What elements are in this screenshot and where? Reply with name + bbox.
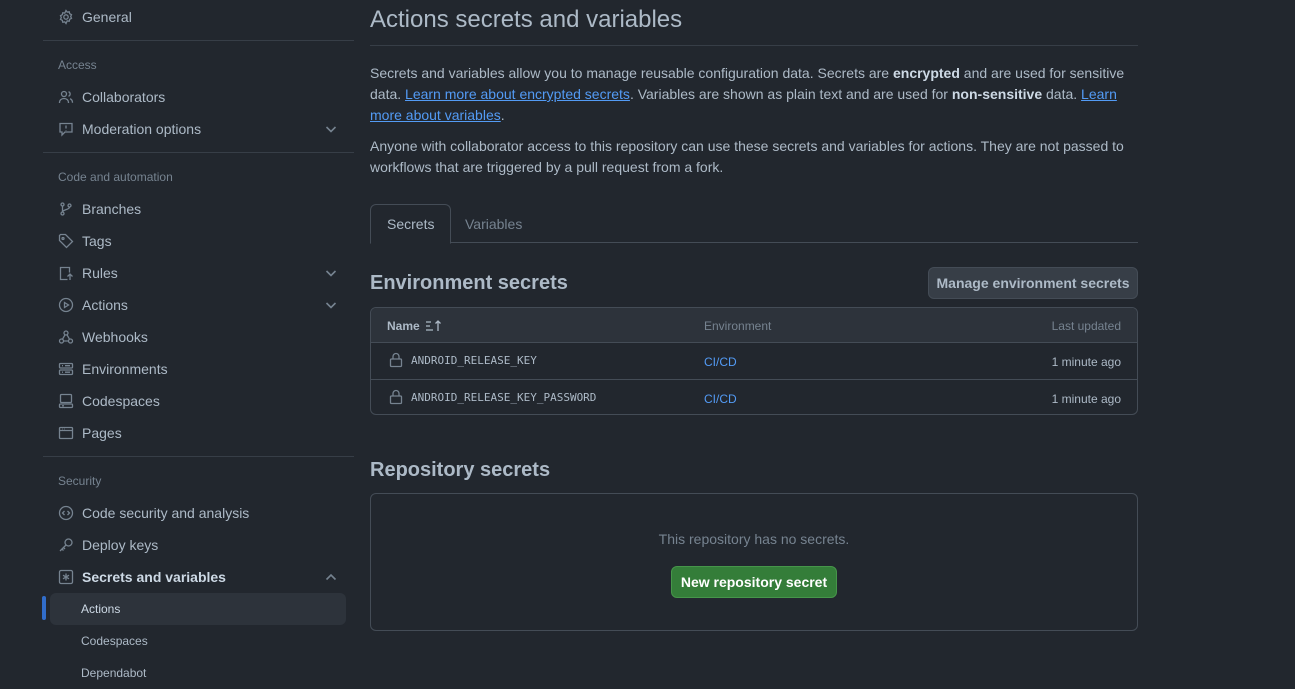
sidebar-item-secrets-variables[interactable]: Secrets and variables <box>50 561 346 593</box>
sidebar-divider <box>43 456 354 457</box>
play-circle-icon <box>58 297 74 313</box>
sidebar-item-codespaces[interactable]: Codespaces <box>50 385 346 417</box>
environment-secrets-heading: Environment secrets <box>370 272 568 294</box>
sidebar-item-label: Deploy keys <box>82 537 159 553</box>
sidebar-item-rules[interactable]: Rules <box>50 257 346 289</box>
learn-more-secrets-link[interactable]: Learn more about encrypted secrets <box>405 86 630 102</box>
environment-link[interactable]: CI/CD <box>704 355 737 369</box>
table-header: Name Environment Last updated <box>371 308 1137 343</box>
secret-name: ANDROID_RELEASE_KEY <box>411 354 537 367</box>
environment-secrets-table: Name Environment Last updated ANDROID_RE… <box>370 307 1138 415</box>
chevron-down-icon <box>324 298 338 312</box>
sidebar-item-label: Secrets and variables <box>82 569 226 585</box>
chevron-down-icon <box>324 266 338 280</box>
sidebar-item-label: Code security and analysis <box>82 505 250 521</box>
sidebar-item-actions[interactable]: Actions <box>50 289 346 321</box>
tag-icon <box>58 233 74 249</box>
manage-environment-secrets-button[interactable]: Manage environment secrets <box>928 267 1138 299</box>
sidebar-item-label: Codespaces <box>82 393 160 409</box>
sidebar-item-label: Webhooks <box>82 329 148 345</box>
intro-text: data. <box>1042 86 1082 102</box>
intro-text: Secrets and variables allow you to manag… <box>370 65 893 81</box>
asterisk-box-icon <box>58 569 74 585</box>
sidebar-subitem-dependabot[interactable]: Dependabot <box>50 657 346 689</box>
sidebar-item-webhooks[interactable]: Webhooks <box>50 321 346 353</box>
repository-secrets-heading: Repository secrets <box>370 459 551 481</box>
gear-icon <box>58 9 74 25</box>
sidebar-item-label: Collaborators <box>82 89 166 105</box>
column-label: Name <box>387 319 420 333</box>
rules-icon <box>58 265 74 281</box>
sidebar-divider <box>43 152 354 153</box>
sidebar-item-label: Moderation options <box>82 121 202 137</box>
sidebar-item-label: Rules <box>82 265 118 281</box>
tab-secrets[interactable]: Secrets <box>370 204 452 244</box>
sidebar-subitem-actions[interactable]: Actions <box>50 593 346 625</box>
sidebar-item-label: General <box>82 9 132 25</box>
empty-state-text: This repository has no secrets. <box>658 531 850 547</box>
sidebar-divider <box>43 40 354 41</box>
sidebar-section-security: Security <box>58 474 102 488</box>
last-updated: 1 minute ago <box>1051 392 1121 406</box>
comment-report-icon <box>58 121 74 137</box>
intro-text: . Variables are shown as plain text and … <box>629 86 952 102</box>
server-icon <box>58 361 74 377</box>
last-updated: 1 minute ago <box>1051 355 1121 369</box>
sidebar-item-label: Tags <box>82 233 112 249</box>
sidebar-item-label: Actions <box>81 602 121 616</box>
new-repository-secret-button[interactable]: New repository secret <box>671 566 837 598</box>
sidebar-item-moderation[interactable]: Moderation options <box>50 113 346 145</box>
active-indicator <box>42 596 46 620</box>
lock-icon <box>389 389 403 405</box>
intro-emphasis: encrypted <box>892 65 960 81</box>
column-environment-header: Environment <box>704 319 772 333</box>
sidebar-item-branches[interactable]: Branches <box>50 193 346 225</box>
lock-icon <box>389 352 403 368</box>
sidebar-section-access: Access <box>58 58 97 72</box>
column-name-header[interactable]: Name <box>387 319 443 333</box>
sidebar-item-label: Actions <box>82 297 128 313</box>
sidebar-item-label: Codespaces <box>81 634 148 648</box>
sidebar-subitem-codespaces[interactable]: Codespaces <box>50 625 346 657</box>
sidebar-item-environments[interactable]: Environments <box>50 353 346 385</box>
column-updated-header: Last updated <box>1051 319 1121 333</box>
repository-secrets-empty-state: This repository has no secrets. New repo… <box>370 493 1138 631</box>
sort-ascending-icon <box>425 320 441 331</box>
intro-paragraph: Secrets and variables allow you to manag… <box>370 63 1138 126</box>
environment-link[interactable]: CI/CD <box>704 392 737 406</box>
sidebar-item-label: Environments <box>82 361 168 377</box>
key-icon <box>58 537 74 553</box>
tab-bar: Secrets Variables <box>370 204 1138 244</box>
collaborator-note: Anyone with collaborator access to this … <box>370 138 1124 175</box>
browser-icon <box>58 425 74 441</box>
codespaces-icon <box>58 393 74 409</box>
sidebar-section-code-automation: Code and automation <box>58 170 173 184</box>
table-row: ANDROID_RELEASE_KEY CI/CD 1 minute ago <box>371 343 1137 379</box>
sidebar-item-label: Dependabot <box>81 666 147 680</box>
webhook-icon <box>58 329 74 345</box>
sidebar-item-collaborators[interactable]: Collaborators <box>50 81 346 113</box>
secret-name: ANDROID_RELEASE_KEY_PASSWORD <box>411 391 597 404</box>
chevron-up-icon <box>324 570 338 584</box>
sidebar-item-label: Branches <box>82 201 142 217</box>
intro-emphasis: non-sensitive <box>951 86 1043 102</box>
codescan-icon <box>58 505 74 521</box>
git-branch-icon <box>58 201 74 217</box>
sidebar-item-label: Pages <box>82 425 122 441</box>
sidebar-item-pages[interactable]: Pages <box>50 417 346 449</box>
chevron-down-icon <box>324 122 338 136</box>
page-title: Actions secrets and variables <box>370 6 683 33</box>
sidebar-item-deploy-keys[interactable]: Deploy keys <box>50 529 346 561</box>
title-divider <box>370 45 1138 46</box>
tab-variables[interactable]: Variables <box>449 204 538 243</box>
people-icon <box>58 89 74 105</box>
intro-text: . <box>500 107 505 123</box>
sidebar-item-general[interactable]: General <box>50 1 346 33</box>
sidebar-item-code-security[interactable]: Code security and analysis <box>50 497 346 529</box>
settings-sidebar: General Access Collaborators Moderation … <box>42 0 354 681</box>
table-row: ANDROID_RELEASE_KEY_PASSWORD CI/CD 1 min… <box>371 379 1137 414</box>
sidebar-item-tags[interactable]: Tags <box>50 225 346 257</box>
